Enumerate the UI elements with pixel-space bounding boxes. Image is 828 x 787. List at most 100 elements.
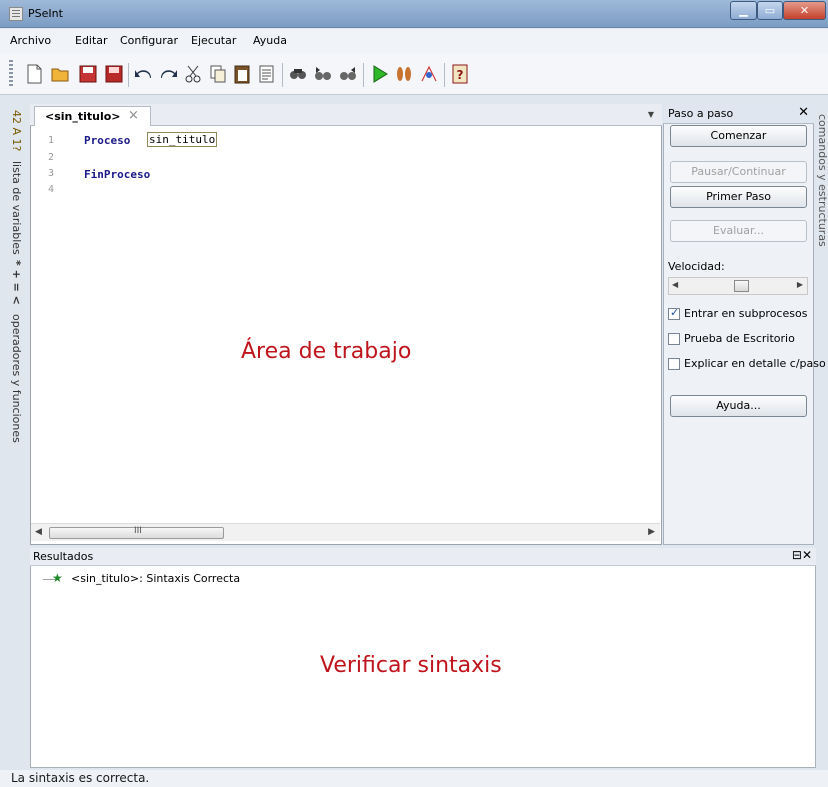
help-icon: ? xyxy=(452,64,468,84)
speed-slider[interactable]: ◀ ▶ xyxy=(668,277,808,295)
code-keyword: Proceso xyxy=(84,134,131,147)
explain-detail-checkbox[interactable] xyxy=(668,358,680,370)
commands-tab[interactable]: comandos y estructuras xyxy=(816,104,828,284)
editor-tab-label: <sin_titulo> xyxy=(45,110,121,123)
close-tab-icon[interactable]: × xyxy=(128,108,139,123)
step-by-step-button[interactable] xyxy=(394,63,414,85)
find-previous-button[interactable] xyxy=(313,63,333,85)
code-keyword: FinProceso xyxy=(84,168,151,181)
redo-icon xyxy=(161,70,177,78)
run-button[interactable] xyxy=(370,63,390,85)
variables-tab[interactable]: 42 A 1? lista de variables xyxy=(10,110,23,255)
pausar-continuar-button[interactable]: Pausar/Continuar xyxy=(670,161,807,183)
save-as-icon xyxy=(105,65,123,83)
close-panel-icon[interactable]: ✕ xyxy=(798,105,809,120)
status-text: La sintaxis es correcta. xyxy=(11,771,150,785)
run-icon xyxy=(373,65,388,83)
close-icon: ✕ xyxy=(799,4,810,17)
new-file-icon xyxy=(27,64,42,84)
speed-label: Velocidad: xyxy=(668,260,725,273)
find-button[interactable] xyxy=(288,63,308,85)
save-icon xyxy=(79,65,97,83)
results-title: Resultados xyxy=(33,550,94,563)
copy-icon xyxy=(210,65,226,83)
minimize-button[interactable]: ▁ xyxy=(730,1,757,20)
diagram-icon xyxy=(421,65,437,82)
commands-tab-label: comandos y estructuras xyxy=(816,114,828,247)
find-next-icon xyxy=(340,67,356,80)
new-button[interactable] xyxy=(24,63,44,85)
maximize-icon: ▭ xyxy=(764,4,776,17)
indent-button[interactable] xyxy=(256,63,276,85)
result-entry[interactable]: <sin_titulo>: Sintaxis Correcta xyxy=(71,572,240,585)
primer-paso-button[interactable]: Primer Paso xyxy=(670,186,807,208)
save-as-button[interactable] xyxy=(104,63,124,85)
redo-button[interactable] xyxy=(158,63,178,85)
open-folder-icon xyxy=(51,68,69,82)
copy-button[interactable] xyxy=(208,63,228,85)
find-next-button[interactable] xyxy=(338,63,358,85)
cut-icon xyxy=(185,65,201,83)
toolbar-separator xyxy=(128,63,129,87)
tab-list-dropdown-icon[interactable]: ▼ xyxy=(648,110,654,119)
editor-tab[interactable]: <sin_titulo> × xyxy=(34,106,151,126)
evaluar-button[interactable]: Evaluar... xyxy=(670,220,807,242)
step-icon xyxy=(397,67,411,81)
status-bar: La sintaxis es correcta. xyxy=(0,770,828,787)
explain-detail-label: Explicar en detalle c/paso xyxy=(684,357,826,370)
menu-ejecutar[interactable]: Ejecutar xyxy=(191,34,236,47)
line-number: 2 xyxy=(48,152,55,163)
toolbar: ? xyxy=(0,53,828,95)
slider-right-icon[interactable]: ▶ xyxy=(797,280,803,289)
minimize-icon: ▁ xyxy=(739,4,748,17)
dock-close-icon[interactable]: ⊟✕ xyxy=(792,548,812,562)
comenzar-button[interactable]: Comenzar xyxy=(670,125,807,147)
menu-archivo[interactable]: Archivo xyxy=(10,34,51,47)
operators-tab-label: operadores y funciones xyxy=(10,314,23,444)
find-icon xyxy=(290,69,306,79)
step-panel-header: Paso a paso ✕ xyxy=(663,104,814,124)
toolbar-separator xyxy=(363,63,364,87)
find-prev-icon xyxy=(315,67,331,80)
paste-button[interactable] xyxy=(232,63,252,85)
operators-symbols: * + = < xyxy=(10,260,23,305)
step-panel-title: Paso a paso xyxy=(668,107,734,120)
open-button[interactable] xyxy=(50,63,70,85)
desk-check-label: Prueba de Escritorio xyxy=(684,332,795,345)
subprocesses-checkbox[interactable] xyxy=(668,306,680,320)
horizontal-scrollbar[interactable]: ◀ III ▶ xyxy=(31,523,660,541)
code-editor[interactable]: 1 Proceso sin_titulo 2 3 FinProceso 4 xyxy=(31,127,660,523)
subprocesses-label: Entrar en subprocesos xyxy=(684,307,808,320)
scroll-right-icon[interactable]: ▶ xyxy=(648,527,655,537)
paste-icon xyxy=(234,65,250,84)
title-bar: PSeInt ▁ ▭ ✕ xyxy=(0,0,828,28)
help-button[interactable]: ? xyxy=(450,63,470,85)
work-area-caption: Área de trabajo xyxy=(241,339,412,364)
close-button[interactable]: ✕ xyxy=(783,1,826,20)
maximize-button[interactable]: ▭ xyxy=(757,1,783,20)
cut-button[interactable] xyxy=(183,63,203,85)
ayuda-button[interactable]: Ayuda... xyxy=(670,395,807,417)
save-button[interactable] xyxy=(78,63,98,85)
app-icon xyxy=(9,7,23,21)
desk-check-checkbox[interactable] xyxy=(668,333,680,345)
scrollbar-grip: III xyxy=(134,526,142,536)
scrollbar-thumb[interactable]: III xyxy=(49,526,224,539)
menu-configurar[interactable]: Configurar xyxy=(120,34,178,47)
slider-left-icon[interactable]: ◀ xyxy=(672,280,678,289)
verify-syntax-caption: Verificar sintaxis xyxy=(320,653,502,678)
svg-text:?: ? xyxy=(457,68,464,82)
slider-thumb[interactable] xyxy=(734,280,749,292)
toolbar-grip xyxy=(9,60,13,88)
menu-editar[interactable]: Editar xyxy=(75,34,108,47)
flowchart-button[interactable] xyxy=(419,63,439,85)
menu-ayuda[interactable]: Ayuda xyxy=(253,34,287,47)
scroll-left-icon[interactable]: ◀ xyxy=(35,527,42,537)
undo-button[interactable] xyxy=(134,63,154,85)
variables-symbols: 42 A 1? xyxy=(10,110,23,152)
line-number: 3 xyxy=(48,168,55,179)
window-title: PSeInt xyxy=(28,7,63,20)
editor-tab-strip: <sin_titulo> × ▼ xyxy=(30,104,662,126)
code-identifier: sin_titulo xyxy=(147,132,218,147)
operators-tab[interactable]: * + = < operadores y funciones xyxy=(10,260,23,443)
